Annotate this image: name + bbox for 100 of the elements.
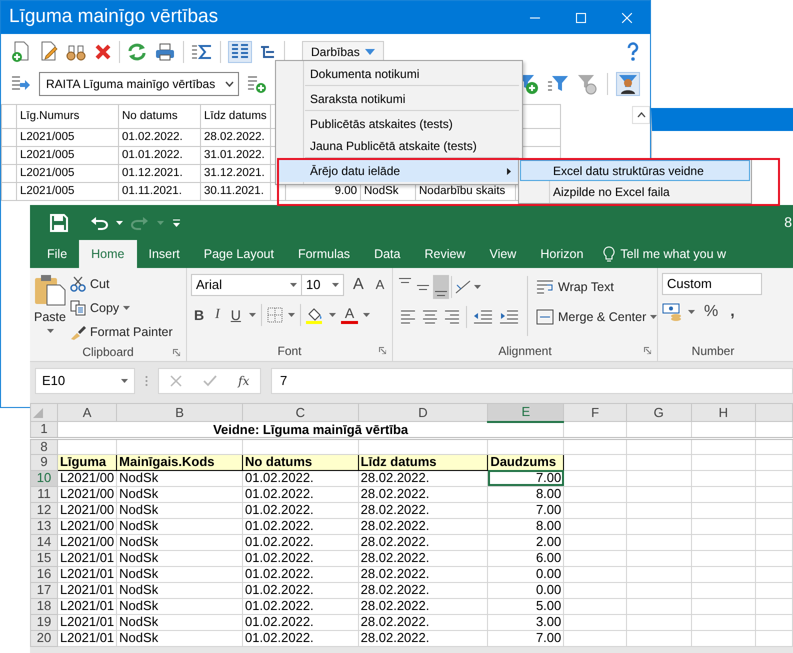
ribbon-tab[interactable]: Review [412, 240, 478, 268]
column-header[interactable]: No datums [118, 104, 200, 128]
ribbon-tab[interactable]: Formulas [286, 240, 362, 268]
vertical-align-button[interactable] [433, 275, 449, 299]
row-header[interactable]: 19 [30, 614, 58, 630]
caret-icon[interactable] [650, 315, 658, 319]
cut-button[interactable]: Cut [70, 273, 173, 295]
dialog-launcher-icon[interactable] [644, 347, 651, 354]
column-header[interactable]: Līg.Numurs [16, 104, 118, 128]
sum-icon[interactable] [191, 42, 213, 60]
wrap-text-button[interactable]: Wrap Text [536, 274, 658, 300]
add-list-icon[interactable] [247, 74, 267, 94]
align-lines-icon[interactable] [422, 308, 438, 326]
merge-center-button[interactable]: Merge & Center [536, 304, 658, 330]
print-icon[interactable] [154, 42, 176, 62]
column-header[interactable]: Līdz datums [200, 104, 270, 128]
ribbon-tab[interactable]: File [35, 240, 80, 268]
row-header[interactable]: 13 [30, 518, 58, 534]
borders-icon[interactable] [266, 307, 283, 323]
caret-icon[interactable] [328, 313, 336, 317]
row-header[interactable]: 1 [30, 422, 58, 438]
undo-icon[interactable] [90, 216, 108, 230]
columns-button[interactable] [228, 40, 252, 62]
row-header[interactable]: 12 [30, 502, 58, 518]
copy-button[interactable]: Copy [70, 297, 173, 319]
column-header[interactable]: H [691, 404, 756, 422]
format-painter-button[interactable]: Format Painter [70, 321, 173, 343]
row-header[interactable]: 20 [30, 630, 58, 646]
caret-icon[interactable] [332, 283, 339, 287]
dialog-launcher-icon[interactable] [173, 349, 180, 356]
caret-icon[interactable] [116, 220, 123, 224]
delete-icon[interactable] [94, 42, 112, 60]
percent-button[interactable]: % [701, 302, 722, 322]
caret-icon[interactable] [46, 328, 54, 333]
increase-indent-icon[interactable] [499, 309, 519, 325]
font-color-button[interactable]: A [340, 306, 358, 324]
caret-icon[interactable] [290, 283, 297, 287]
customize-icon[interactable] [172, 218, 181, 226]
user-filter-icon[interactable] [618, 74, 638, 94]
menu-item[interactable]: Excel datu struktūras veidne [520, 160, 750, 181]
help-icon[interactable] [626, 42, 640, 62]
ribbon-tab[interactable]: Home [79, 240, 136, 268]
text-orientation-icon[interactable] [454, 279, 472, 295]
name-box[interactable]: E10 [35, 368, 135, 394]
formula-field[interactable]: 7 [271, 368, 793, 394]
grow-font-button[interactable]: A [350, 275, 367, 295]
row-header[interactable]: 17 [30, 582, 58, 598]
comma-button[interactable]: , [727, 302, 738, 322]
row-header[interactable]: 8 [30, 438, 58, 454]
align-lines-icon[interactable] [444, 308, 460, 326]
italic-button[interactable]: I [212, 305, 223, 325]
ribbon-tab[interactable]: Page Layout [192, 240, 286, 268]
save-icon[interactable] [50, 214, 68, 232]
search-field[interactable]: Tell me what you w [620, 244, 726, 264]
lightbulb-icon[interactable] [603, 246, 616, 262]
caret-icon[interactable] [288, 313, 295, 317]
ribbon-tab[interactable]: View [477, 240, 528, 268]
menu-item[interactable]: Aizpilde no Excel faila [520, 181, 750, 202]
row-header[interactable]: 16 [30, 566, 58, 582]
column-header[interactable]: D [358, 404, 488, 422]
font-size-field[interactable]: 10 [301, 274, 344, 296]
number-format-field[interactable]: Custom [662, 273, 762, 295]
ribbon-tab[interactable]: Data [362, 240, 412, 268]
menu-item[interactable]: Publicētās atskaites (tests) [278, 113, 520, 135]
new-document-icon[interactable] [11, 40, 31, 62]
align-lines-icon[interactable] [400, 308, 416, 326]
row-header[interactable]: 14 [30, 534, 58, 550]
fill-color-icon[interactable] [306, 306, 324, 324]
view-select[interactable]: RAITA Līguma mainīgo vērtības [39, 72, 239, 96]
scroll-up-button[interactable] [632, 106, 650, 124]
font-name-field[interactable]: Arial [191, 274, 302, 296]
filter-icon[interactable] [547, 74, 569, 94]
caret-icon[interactable] [688, 310, 695, 314]
underline-button[interactable]: U [228, 305, 244, 325]
row-header[interactable]: 15 [30, 550, 58, 566]
caret-icon[interactable] [363, 313, 370, 317]
column-header[interactable]: B [116, 404, 242, 422]
row-header[interactable]: 10 [30, 470, 58, 486]
shrink-font-button[interactable]: A [372, 275, 388, 295]
row-header[interactable]: 9 [30, 454, 58, 470]
paste-button[interactable]: Paste [34, 272, 66, 343]
row-header[interactable]: 18 [30, 598, 58, 614]
refresh-icon[interactable] [127, 42, 147, 62]
column-header[interactable]: F [564, 404, 626, 422]
decrease-indent-icon[interactable] [473, 309, 493, 325]
caret-icon[interactable] [123, 306, 130, 310]
bold-button[interactable]: B [191, 305, 208, 325]
caret-icon[interactable] [248, 313, 256, 317]
caret-icon[interactable] [474, 285, 481, 289]
dialog-launcher-icon[interactable] [379, 347, 386, 354]
insert-function-button[interactable]: fx [238, 372, 250, 390]
column-header[interactable]: A [57, 404, 117, 422]
clear-filter-icon[interactable] [577, 73, 599, 95]
ribbon-tab[interactable]: Insert [136, 240, 192, 268]
row-header[interactable]: 11 [30, 486, 58, 502]
column-header[interactable]: G [626, 404, 692, 422]
currency-icon[interactable] [662, 303, 682, 321]
caret-icon[interactable] [121, 378, 128, 382]
column-header[interactable]: E [488, 404, 564, 422]
actions-button[interactable]: Darbības [302, 40, 384, 62]
